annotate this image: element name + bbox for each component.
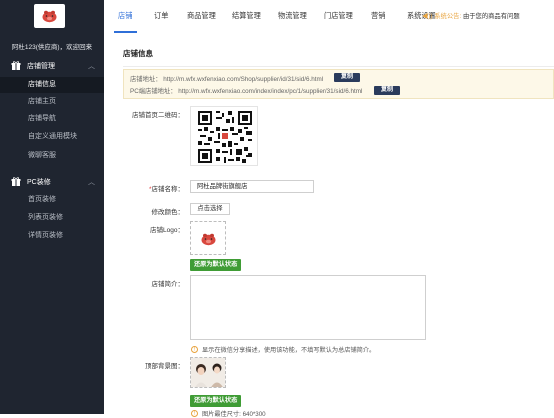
gift-icon <box>11 177 21 187</box>
name-label-text: 店铺名称： <box>151 186 185 193</box>
background-image-thumbnail <box>191 358 225 387</box>
nav-orders[interactable]: 订单 <box>154 11 168 21</box>
shop-url-row: 店铺地址： http://m.wfx.wxfenxiao.com/Shop/su… <box>130 74 323 83</box>
welcome-text: 阿杜123(供应商)，欢迎回来 <box>11 44 93 51</box>
background-upload[interactable] <box>190 357 226 388</box>
sidebar-section-label: 店铺管理 <box>27 63 55 70</box>
qr-code-icon <box>198 111 252 163</box>
divider <box>123 66 554 67</box>
copy-pc-url-button[interactable]: 复制 <box>374 86 401 95</box>
brand-logo <box>34 4 65 28</box>
sidebar-item-detail-decor[interactable]: 详情页装修 <box>0 228 104 244</box>
sidebar-section-store[interactable]: 店铺管理 ︿ <box>0 58 104 74</box>
info-icon: ! <box>191 346 198 353</box>
top-nav: 店铺 订单 商品管理 结算管理 物流管理 门店管理 营销 系统设置 ◀)) 系统… <box>104 0 554 34</box>
nav-stores[interactable]: 门店管理 <box>324 11 353 21</box>
reset-logo-button[interactable]: 还原为默认状态 <box>190 259 242 271</box>
sidebar-item-store-home[interactable]: 店铺主页 <box>0 94 104 110</box>
sidebar-section-pc[interactable]: PC装修 ︿ <box>0 174 104 190</box>
sidebar-item-chat-service[interactable]: 微聊客服 <box>0 148 104 164</box>
nav-settlement[interactable]: 结算管理 <box>232 11 261 21</box>
speaker-icon: ◀)) <box>422 13 433 20</box>
gift-icon <box>11 61 21 71</box>
chevron-up-icon[interactable]: ︿ <box>88 61 95 71</box>
color-label: 修改颜色： <box>151 209 185 216</box>
sidebar-item-home-decor[interactable]: 首页装修 <box>0 192 104 208</box>
pc-url-label: PC端店铺地址： <box>130 88 177 95</box>
pig-logo-icon <box>201 233 216 246</box>
pc-url-row: PC端店铺地址： http://m.wfx.wxfenxiao.com/inde… <box>130 86 362 95</box>
reset-background-button[interactable]: 还原为默认状态 <box>190 395 242 407</box>
intro-label: 店铺简介： <box>151 281 185 288</box>
sidebar-section-label: PC装修 <box>27 179 51 186</box>
notice-label: 系统公告: <box>434 13 462 20</box>
sidebar-item-store-nav[interactable]: 店铺导航 <box>0 111 104 127</box>
logo-label: 店铺Logo： <box>150 227 184 234</box>
bg-label: 顶部背景图： <box>145 363 184 370</box>
shop-intro-textarea[interactable] <box>190 275 426 340</box>
nav-store[interactable]: 店铺 <box>118 11 132 21</box>
notice-text: 由于您的商品有问题 <box>462 13 520 20</box>
main-content: 店铺信息 店铺地址： http://m.wfx.wxfenxiao.com/Sh… <box>104 33 554 418</box>
nav-logistics[interactable]: 物流管理 <box>278 11 307 21</box>
nav-marketing[interactable]: 营销 <box>371 11 385 21</box>
intro-hint-text: 显示在微信分享描述，使用该功能，不填写默认为总店铺简介。 <box>202 347 376 354</box>
color-pick-button[interactable]: 点击选择 <box>190 203 230 215</box>
copy-shop-url-button[interactable]: 复制 <box>334 73 361 82</box>
sidebar-item-custom-module[interactable]: 自定义通用模块 <box>0 129 104 145</box>
pig-logo-icon <box>42 10 57 23</box>
sidebar: 阿杜123(供应商)，欢迎回来 店铺管理 ︿ 店铺信息 店铺主页 店铺导航 自定… <box>0 0 104 414</box>
sidebar-item-list-decor[interactable]: 列表页装修 <box>0 210 104 226</box>
shop-name-input[interactable]: 阿杜品牌街旗舰店 <box>190 180 314 193</box>
qr-code-box <box>190 106 258 166</box>
system-notice[interactable]: ◀)) 系统公告: 由于您的商品有问题 <box>422 11 520 20</box>
logo-upload[interactable] <box>190 221 226 255</box>
nav-products[interactable]: 商品管理 <box>187 11 216 21</box>
page-title: 店铺信息 <box>123 49 153 58</box>
name-label: *店铺名称： <box>104 183 184 193</box>
sidebar-item-store-info[interactable]: 店铺信息 <box>0 77 104 93</box>
url-info-box: 店铺地址： http://m.wfx.wxfenxiao.com/Shop/su… <box>123 69 554 99</box>
shop-url: http://m.wfx.wxfenxiao.com/Shop/supplier… <box>163 76 324 83</box>
shop-url-label: 店铺地址： <box>130 76 162 83</box>
pc-url: http://m.wfx.wxfenxiao.com/index/index/p… <box>178 88 363 95</box>
chevron-up-icon[interactable]: ︿ <box>88 177 95 187</box>
intro-hint: ! 显示在微信分享描述，使用该功能，不填写默认为总店铺简介。 <box>191 345 375 354</box>
qr-label: 店铺首页二维码： <box>132 112 184 119</box>
